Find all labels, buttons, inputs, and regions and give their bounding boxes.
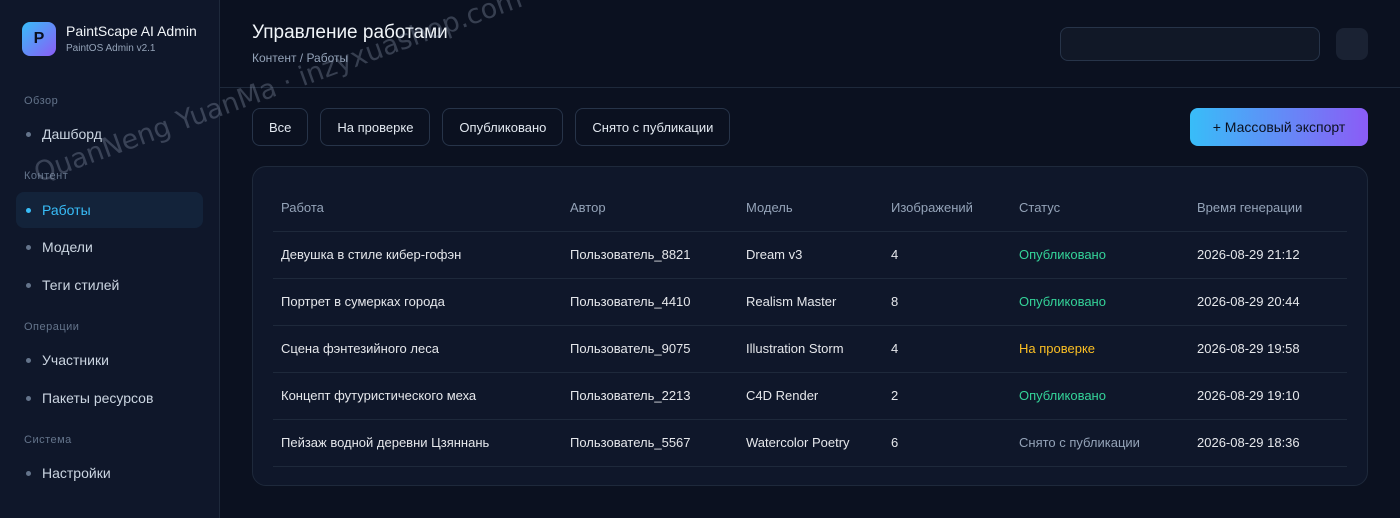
cell-work: Девушка в стиле кибер-гофэн xyxy=(273,231,562,279)
table-row[interactable]: Сцена фэнтезийного леса Пользователь_907… xyxy=(273,325,1347,373)
sidebar-item-label: Настройки xyxy=(42,465,111,481)
cell-author: Пользователь_8821 xyxy=(562,231,738,279)
nav-section-system: Система xyxy=(24,434,72,446)
bullet-icon xyxy=(26,207,31,213)
status-filters: Все На проверке Опубликовано Снято с пуб… xyxy=(252,108,742,146)
sidebar-item-label: Работы xyxy=(42,202,91,218)
bullet-icon xyxy=(26,131,31,137)
cell-images: 4 xyxy=(883,231,1011,279)
search-input[interactable] xyxy=(1060,27,1320,61)
cell-images: 8 xyxy=(883,278,1011,326)
brand-logo: P xyxy=(22,22,56,56)
nav-section-content: Контент xyxy=(24,170,69,182)
cell-work: Портрет в сумерках города xyxy=(273,278,562,326)
status-badge: Опубликовано xyxy=(1011,231,1189,279)
nav-section-overview: Обзор xyxy=(24,95,59,107)
sidebar-item-models[interactable]: Модели xyxy=(16,229,203,265)
sidebar-item-members[interactable]: Участники xyxy=(16,342,203,378)
page-header: Управление работами Контент / Работы xyxy=(220,0,1400,88)
sidebar: P PaintScape AI Admin PaintOS Admin v2.1… xyxy=(0,0,220,518)
bullet-icon xyxy=(26,395,31,401)
cell-work: Концепт футуристического меха xyxy=(273,372,562,420)
column-header-time: Время генерации xyxy=(1189,185,1347,232)
status-badge: Опубликовано xyxy=(1011,278,1189,326)
cell-work: Сцена фэнтезийного леса xyxy=(273,325,562,373)
sidebar-item-label: Дашборд xyxy=(42,126,102,142)
bullet-icon xyxy=(26,244,31,250)
cell-author: Пользователь_9075 xyxy=(562,325,738,373)
table-row[interactable]: Портрет в сумерках города Пользователь_4… xyxy=(273,278,1347,326)
sidebar-item-label: Пакеты ресурсов xyxy=(42,390,154,406)
nav-section-operations: Операции xyxy=(24,321,80,333)
cell-images: 2 xyxy=(883,372,1011,420)
cell-time: 2026-08-29 21:12 xyxy=(1189,231,1347,279)
cell-author: Пользователь_4410 xyxy=(562,278,738,326)
sidebar-item-label: Участники xyxy=(42,352,109,368)
status-badge: Опубликовано xyxy=(1011,372,1189,420)
cell-model: C4D Render xyxy=(738,372,883,420)
sidebar-item-style-tags[interactable]: Теги стилей xyxy=(16,267,203,303)
page-title: Управление работами xyxy=(252,22,448,43)
main-content: Управление работами Контент / Работы Все… xyxy=(220,0,1400,518)
column-header-images: Изображений xyxy=(883,185,1011,232)
column-header-work: Работа xyxy=(273,185,562,232)
bulk-export-button[interactable]: + Массовый экспорт xyxy=(1190,108,1368,146)
column-header-status: Статус xyxy=(1011,185,1189,232)
app-root: P PaintScape AI Admin PaintOS Admin v2.1… xyxy=(0,0,1400,518)
bullet-icon xyxy=(26,282,31,288)
cell-time: 2026-08-29 18:36 xyxy=(1189,419,1347,467)
breadcrumb: Контент / Работы xyxy=(252,51,349,65)
cell-model: Dream v3 xyxy=(738,231,883,279)
sidebar-item-label: Теги стилей xyxy=(42,277,120,293)
brand: P PaintScape AI Admin PaintOS Admin v2.1 xyxy=(22,22,197,56)
brand-text: PaintScape AI Admin PaintOS Admin v2.1 xyxy=(66,22,197,56)
cell-model: Watercolor Poetry xyxy=(738,419,883,467)
table-row[interactable]: Концепт футуристического меха Пользовате… xyxy=(273,372,1347,420)
bullet-icon xyxy=(26,357,31,363)
filter-unpublished-button[interactable]: Снято с публикации xyxy=(575,108,731,146)
brand-version: PaintOS Admin v2.1 xyxy=(66,43,156,54)
notification-button[interactable] xyxy=(1336,28,1368,60)
sidebar-item-dashboard[interactable]: Дашборд xyxy=(16,116,203,152)
bullet-icon xyxy=(26,470,31,476)
sidebar-item-works[interactable]: Работы xyxy=(16,192,203,228)
filter-review-button[interactable]: На проверке xyxy=(320,108,431,146)
works-table: Работа Автор Модель Изображений Статус В… xyxy=(273,185,1347,467)
column-header-author: Автор xyxy=(562,185,738,232)
table-row[interactable]: Девушка в стиле кибер-гофэн Пользователь… xyxy=(273,231,1347,279)
cell-time: 2026-08-29 19:10 xyxy=(1189,372,1347,420)
sidebar-item-label: Модели xyxy=(42,239,93,255)
sidebar-item-resource-packs[interactable]: Пакеты ресурсов xyxy=(16,380,203,416)
cell-model: Illustration Storm xyxy=(738,325,883,373)
status-badge: На проверке xyxy=(1011,325,1189,373)
cell-work: Пейзаж водной деревни Цзяннань xyxy=(273,419,562,467)
cell-time: 2026-08-29 19:58 xyxy=(1189,325,1347,373)
table-row[interactable]: Пейзаж водной деревни Цзяннань Пользоват… xyxy=(273,419,1347,467)
table-header-row: Работа Автор Модель Изображений Статус В… xyxy=(273,185,1347,232)
filter-published-button[interactable]: Опубликовано xyxy=(442,108,564,146)
cell-images: 6 xyxy=(883,419,1011,467)
cell-model: Realism Master xyxy=(738,278,883,326)
filter-all-button[interactable]: Все xyxy=(252,108,309,146)
cell-images: 4 xyxy=(883,325,1011,373)
status-badge: Снято с публикации xyxy=(1011,419,1189,467)
works-table-card: Работа Автор Модель Изображений Статус В… xyxy=(252,166,1368,486)
cell-author: Пользователь_5567 xyxy=(562,419,738,467)
column-header-model: Модель xyxy=(738,185,883,232)
cell-author: Пользователь_2213 xyxy=(562,372,738,420)
sidebar-item-settings[interactable]: Настройки xyxy=(16,455,203,491)
cell-time: 2026-08-29 20:44 xyxy=(1189,278,1347,326)
brand-name: PaintScape AI Admin xyxy=(66,23,197,39)
